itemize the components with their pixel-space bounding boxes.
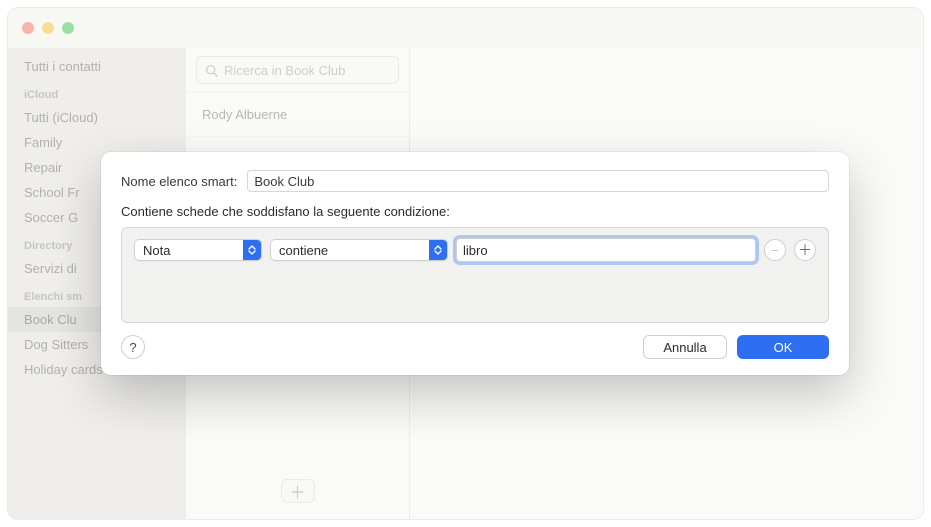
ok-button[interactable]: OK: [737, 335, 829, 359]
name-row: Nome elenco smart:: [121, 170, 829, 192]
smart-list-sheet: Nome elenco smart: Contiene schede che s…: [101, 152, 849, 375]
rule-operator-value: contiene: [279, 243, 423, 258]
rule-value-input[interactable]: [456, 238, 756, 262]
minus-icon: −: [771, 242, 779, 258]
help-button[interactable]: ?: [121, 335, 145, 359]
smart-list-name-label: Nome elenco smart:: [121, 174, 237, 189]
chevron-updown-icon: [243, 240, 261, 260]
chevron-updown-icon: [429, 240, 447, 260]
plus-icon: ＋: [798, 240, 812, 260]
smart-list-name-input[interactable]: [247, 170, 829, 192]
help-icon: ?: [129, 340, 136, 355]
remove-rule-button[interactable]: −: [764, 239, 786, 261]
cancel-button[interactable]: Annulla: [643, 335, 727, 359]
condition-label: Contiene schede che soddisfano la seguen…: [121, 204, 829, 219]
rule-field-value: Nota: [143, 243, 237, 258]
contacts-window: Tutti i contatti iCloud Tutti (iCloud) F…: [8, 8, 923, 519]
rules-box: Nota contiene − ＋: [121, 227, 829, 323]
sheet-footer: ? Annulla OK: [121, 335, 829, 359]
add-rule-button[interactable]: ＋: [794, 239, 816, 261]
rule-operator-popup[interactable]: contiene: [270, 239, 448, 261]
rule-field-popup[interactable]: Nota: [134, 239, 262, 261]
